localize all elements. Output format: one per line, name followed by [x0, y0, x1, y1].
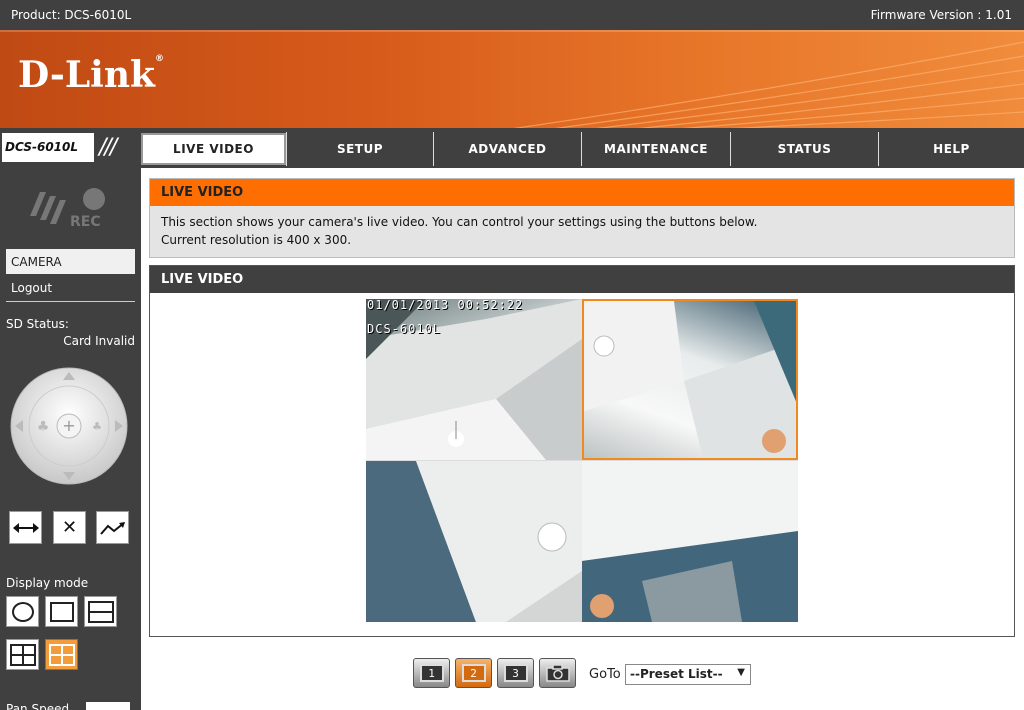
live-video-stream[interactable]: 01/01/2013 00:52:22 DCS-6010L — [366, 299, 798, 622]
patrol-path-icon — [99, 521, 125, 535]
display-mode-label: Display mode — [6, 576, 89, 590]
tab-status[interactable]: STATUS — [730, 132, 878, 166]
monitor-3-icon: 3 — [503, 664, 528, 682]
display-mode-fisheye[interactable] — [6, 596, 39, 627]
product-label: Product: DCS-6010L — [11, 8, 132, 22]
auto-pan-button[interactable] — [9, 511, 42, 544]
dlink-logo: D-Link® — [18, 54, 164, 96]
osd-datetime: 01/01/2013 00:52:22 — [367, 299, 524, 312]
sidebar-item-logout[interactable]: Logout — [11, 281, 52, 295]
model-slashes: /// — [99, 135, 117, 160]
stop-x-icon: ✕ — [61, 517, 78, 538]
stop-button[interactable]: ✕ — [53, 511, 86, 544]
sd-status-value: Card Invalid — [63, 334, 135, 348]
sd-status-label: SD Status: — [6, 317, 69, 331]
model-badge: DCS-6010L /// — [2, 133, 136, 162]
model-name: DCS-6010L — [2, 133, 94, 162]
tab-maintenance[interactable]: MAINTENANCE — [581, 132, 730, 166]
pan-speed-label: Pan Speed — [6, 702, 70, 710]
goto-label: GoTo — [589, 667, 621, 682]
display-mode-pip[interactable] — [6, 639, 39, 670]
display-mode-split[interactable] — [84, 596, 117, 627]
intro-description: This section shows your camera's live vi… — [161, 215, 758, 229]
top-bar: Product: DCS-6010L Firmware Version : 1.… — [0, 0, 1024, 30]
view-button-3[interactable]: 3 — [497, 658, 534, 688]
tab-help[interactable]: HELP — [878, 132, 1024, 166]
intro-panel-title: LIVE VIDEO — [150, 179, 1014, 206]
svg-text:REC: REC — [70, 214, 101, 230]
chevron-down-icon: ▼ — [737, 667, 745, 678]
picture-in-picture-icon — [9, 643, 36, 666]
preset-list-select[interactable]: --Preset List-- ▼ — [625, 664, 751, 685]
video-panel: LIVE VIDEO 01/01/2013 00:52:22 DCS-6010L — [149, 265, 1015, 637]
patrol-button[interactable] — [96, 511, 129, 544]
banner-stripes — [513, 41, 1024, 128]
video-quad-2-image — [584, 301, 796, 458]
split-horizontal-icon — [87, 600, 114, 623]
quad-view-icon — [48, 643, 75, 666]
pan-speed-select[interactable] — [86, 702, 130, 710]
video-panel-title: LIVE VIDEO — [150, 266, 1014, 293]
tab-setup[interactable]: SETUP — [286, 132, 433, 166]
view-button-2[interactable]: 2 — [455, 658, 492, 688]
osd-camera-name: DCS-6010L — [367, 322, 442, 336]
svg-text:♣: ♣ — [92, 420, 102, 433]
video-quad-3-image — [366, 461, 582, 622]
main-nav: DCS-6010L /// LIVE VIDEO SETUP ADVANCED … — [0, 128, 1024, 168]
ptz-control-pad[interactable]: + ♣ ♣ — [9, 366, 129, 486]
preset-selected-value: --Preset List-- — [630, 667, 723, 681]
brand-banner: D-Link® — [0, 30, 1024, 128]
circle-icon — [11, 601, 34, 622]
video-quad-4[interactable] — [582, 461, 798, 622]
monitor-2-icon: 2 — [461, 664, 486, 682]
camera-icon — [545, 664, 570, 682]
rec-icon[interactable]: REC — [26, 186, 118, 230]
video-quad-3[interactable] — [366, 461, 582, 622]
firmware-version: Firmware Version : 1.01 — [870, 8, 1012, 22]
left-right-arrow-icon — [12, 522, 39, 533]
svg-text:♣: ♣ — [37, 419, 50, 435]
main-content: LIVE VIDEO This section shows your camer… — [141, 168, 1024, 710]
watermark-logo: سحت افزار — [862, 674, 987, 699]
snapshot-button[interactable] — [539, 658, 576, 688]
intro-panel: LIVE VIDEO This section shows your camer… — [149, 178, 1015, 258]
monitor-1-icon: 1 — [419, 664, 444, 682]
display-mode-quad[interactable] — [45, 639, 78, 670]
svg-text:+: + — [62, 416, 75, 435]
sidebar-divider — [6, 301, 135, 302]
current-resolution: Current resolution is 400 x 300. — [161, 233, 352, 247]
view-button-1[interactable]: 1 — [413, 658, 450, 688]
display-mode-single[interactable] — [45, 596, 78, 627]
tab-advanced[interactable]: ADVANCED — [433, 132, 581, 166]
sidebar-item-camera[interactable]: CAMERA — [6, 249, 135, 274]
sidebar: REC CAMERA Logout SD Status: Card Invali… — [0, 168, 141, 710]
tab-live-video[interactable]: LIVE VIDEO — [141, 133, 286, 165]
intro-panel-text: This section shows your camera's live vi… — [150, 206, 1014, 249]
video-quad-2[interactable] — [582, 299, 798, 460]
rectangle-icon — [49, 601, 74, 622]
video-quad-4-image — [582, 461, 798, 622]
